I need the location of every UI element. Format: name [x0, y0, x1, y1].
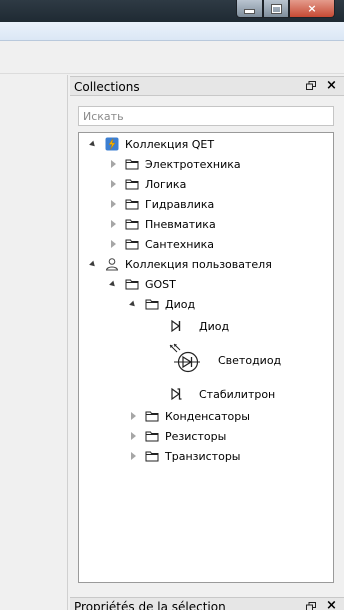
folder-icon [125, 179, 139, 190]
expand-arrow-icon[interactable] [107, 218, 119, 230]
tree-node-folder[interactable]: Транзисторы [127, 446, 241, 466]
close-dock-icon[interactable]: × [326, 78, 337, 93]
expand-arrow-icon[interactable] [127, 450, 139, 462]
tree-node-folder-gost[interactable]: GOST [107, 274, 176, 294]
diode-symbol-icon [171, 319, 181, 333]
workspace-area[interactable] [0, 75, 68, 610]
folder-icon [125, 199, 139, 210]
tree-node-label: Резисторы [165, 429, 227, 443]
folder-icon [125, 219, 139, 230]
zener-diode-symbol-icon [171, 387, 182, 401]
user-icon [105, 258, 119, 271]
tree-node-label: Коллекция пользователя [125, 257, 272, 271]
folder-icon [125, 159, 139, 170]
folder-icon [145, 451, 159, 462]
led-symbol-icon [169, 343, 200, 373]
tab-strip [0, 41, 344, 74]
tree-node-folder[interactable]: Резисторы [127, 426, 226, 446]
folder-icon [145, 411, 159, 422]
expand-arrow-icon[interactable] [107, 238, 119, 250]
toolbar [0, 22, 344, 41]
tree-element-led[interactable]: Светодиод [166, 339, 281, 381]
folder-icon [125, 239, 139, 250]
float-dock-icon[interactable] [306, 81, 316, 90]
selection-properties-dock-title: Propriétés de la sélection × [70, 597, 344, 610]
tree-node-folder[interactable]: Сантехника [107, 234, 214, 254]
collapse-arrow-icon[interactable] [87, 258, 99, 270]
folder-icon [145, 299, 159, 310]
window-titlebar: × [0, 0, 344, 22]
tree-node-folder[interactable]: Электротехника [107, 154, 241, 174]
close-dock-icon[interactable]: × [326, 598, 337, 610]
search-input[interactable] [78, 106, 334, 126]
collapse-arrow-icon[interactable] [127, 298, 139, 310]
collections-dock-title: Collections × [70, 76, 344, 96]
tree-element-label: Диод [199, 319, 230, 333]
tree-node-folder[interactable]: Конденсаторы [127, 406, 250, 426]
tree-node-label: Коллекция QET [125, 137, 215, 151]
tree-element-label: Стабилитрон [199, 387, 276, 401]
tree-node-user-collection[interactable]: Коллекция пользователя [87, 254, 272, 274]
tree-element-diode[interactable]: Диод [169, 316, 229, 336]
tree-node-label: Логика [145, 177, 187, 191]
expand-arrow-icon[interactable] [127, 410, 139, 422]
expand-arrow-icon[interactable] [107, 158, 119, 170]
folder-icon [125, 279, 139, 290]
tree-node-label: Электротехника [145, 157, 241, 171]
minimize-icon [245, 10, 254, 13]
tree-element-label: Светодиод [218, 353, 282, 367]
minimize-button[interactable] [236, 0, 263, 18]
collapse-arrow-icon[interactable] [107, 278, 119, 290]
expand-arrow-icon[interactable] [127, 430, 139, 442]
tree-node-label: Сантехника [145, 237, 215, 251]
close-window-button[interactable]: × [289, 0, 335, 18]
expand-arrow-icon[interactable] [107, 178, 119, 190]
float-dock-icon[interactable] [306, 602, 316, 610]
collections-title: Collections [74, 80, 140, 94]
tree-node-folder[interactable]: Гидравлика [107, 194, 214, 214]
window-controls: × [236, 0, 335, 20]
tree-node-label: GOST [145, 277, 176, 291]
qet-lightning-icon [105, 137, 119, 151]
tree-node-label: Диод [165, 297, 196, 311]
maximize-button[interactable] [263, 0, 289, 18]
expand-arrow-icon[interactable] [107, 198, 119, 210]
folder-icon [145, 431, 159, 442]
tree-node-folder-diode[interactable]: Диод [127, 294, 195, 314]
tree-node-folder[interactable]: Пневматика [107, 214, 216, 234]
selection-properties-title: Propriétés de la sélection [74, 600, 226, 610]
collection-tree[interactable]: Коллекция QET Электротехника Логика Гидр… [78, 132, 334, 583]
tree-node-folder[interactable]: Логика [107, 174, 186, 194]
tree-node-label: Гидравлика [145, 197, 215, 211]
maximize-icon [271, 4, 281, 13]
tree-node-label: Пневматика [145, 217, 216, 231]
tree-node-label: Транзисторы [165, 449, 241, 463]
tree-element-zener[interactable]: Стабилитрон [169, 384, 275, 404]
tree-node-label: Конденсаторы [165, 409, 250, 423]
collapse-arrow-icon[interactable] [87, 138, 99, 150]
tree-node-qet-collection[interactable]: Коллекция QET [87, 134, 214, 154]
